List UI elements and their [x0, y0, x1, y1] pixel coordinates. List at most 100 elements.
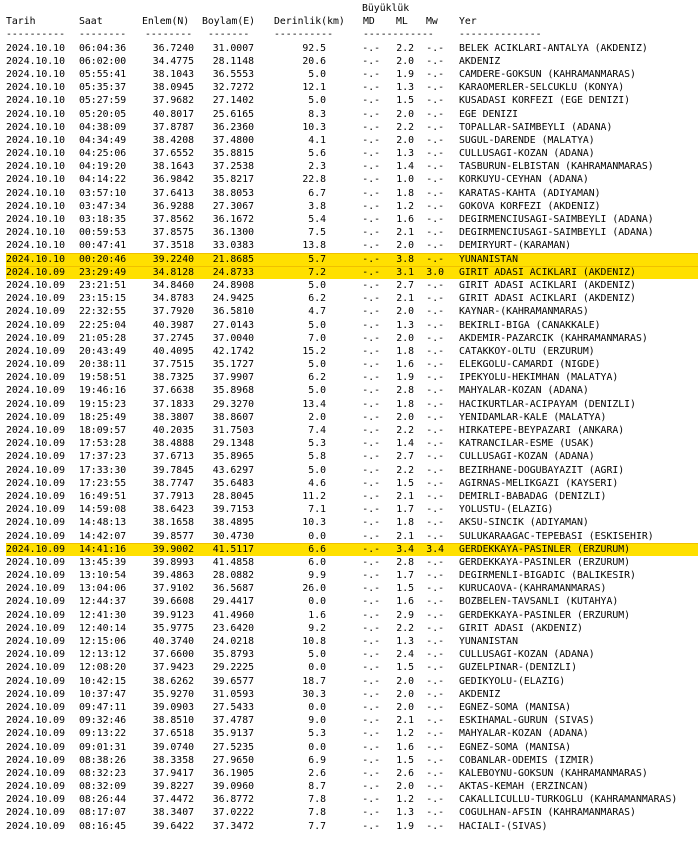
col-header-lat: Enlem(N) [142, 16, 190, 28]
row-location: GEDIKYOLU-(ELAZIG) [459, 675, 566, 687]
row-location: YOLUSTU-(ELAZIG) [459, 504, 554, 516]
row-date: 2024.10.09 [6, 794, 65, 806]
table-row: 2024.10.09 12:15:06 40.3740 24.0218 10.8 -.- 1… [6, 635, 698, 648]
table-row: 2024.10.09 17:53:28 38.4888 29.1348 5.3 -.- 1.… [6, 437, 698, 450]
row-ml: 2.1 [396, 227, 414, 239]
row-ml: 2.0 [396, 781, 414, 793]
row-location: DEMIRYURT-(KARAMAN) [459, 240, 572, 252]
row-location: CULLUSAGI-KOZAN (ADANA) [459, 148, 595, 160]
row-ml: 2.8 [396, 556, 414, 568]
row-longitude: 27.5433 [212, 701, 254, 713]
row-date: 2024.10.09 [6, 517, 65, 529]
table-row: 2024.10.10 04:25:06 37.6552 35.8815 5.6 -.- 1.… [6, 147, 698, 160]
row-time: 22:25:04 [79, 319, 127, 331]
row-date: 2024.10.09 [6, 543, 65, 555]
row-depth: 92.5 [302, 42, 326, 54]
row-longitude: 29.1348 [212, 438, 254, 450]
row-depth: 6.0 [308, 556, 326, 568]
row-latitude: 36.7240 [152, 42, 194, 54]
row-location: KARATAS-KAHTA (ADIYAMAN) [459, 187, 601, 199]
row-time: 12:41:30 [79, 609, 127, 621]
row-longitude: 37.0222 [212, 807, 254, 819]
row-mw: -.- [426, 108, 444, 120]
row-location: BOZBELEN-TAVSANLI (KUTAHYA) [459, 596, 619, 608]
row-latitude: 39.8227 [152, 781, 194, 793]
row-date: 2024.10.09 [6, 715, 65, 727]
row-md: -.- [362, 425, 380, 436]
row-latitude: 37.1833 [152, 398, 194, 410]
row-date: 2024.10.09 [6, 345, 65, 357]
col-header-depth: Derinlik(km) [274, 16, 345, 28]
row-depth: 5.0 [308, 385, 326, 397]
row-latitude: 39.9002 [152, 543, 194, 555]
row-mw: -.- [426, 451, 444, 463]
row-md: -.- [362, 240, 380, 252]
row-depth: 6.2 [308, 372, 326, 384]
row-date: 2024.10.10 [6, 161, 65, 173]
row-longitude: 24.8908 [212, 279, 254, 291]
row-ml: 2.0 [396, 108, 414, 120]
row-time: 22:32:55 [79, 306, 127, 318]
row-mw: -.- [426, 807, 444, 819]
row-date: 2024.10.10 [6, 55, 65, 67]
row-time: 10:42:15 [79, 675, 127, 687]
table-row: 2024.10.09 13:10:54 39.4863 28.0882 9.9 -.- 1.… [6, 569, 698, 582]
row-location: HACIALI-(SIVAS) [459, 820, 548, 832]
row-mw: -.- [426, 319, 444, 331]
row-ml: 2.2 [396, 42, 414, 54]
row-mw: -.- [426, 425, 444, 436]
row-latitude: 37.6600 [152, 649, 194, 661]
col-header-lon: Boylam(E) [202, 16, 256, 28]
row-md: -.- [362, 214, 380, 225]
row-location: TOPALLAR-SAIMBEYLI (ADANA) [459, 121, 613, 133]
row-longitude: 35.8217 [212, 174, 254, 186]
row-depth: 7.1 [308, 504, 326, 516]
row-location: ELEKGOLU-CAMARDI (NIGDE) [459, 359, 601, 371]
row-latitude: 37.7913 [152, 490, 194, 502]
row-time: 12:15:06 [79, 636, 127, 647]
row-latitude: 38.7747 [152, 477, 194, 489]
row-time: 14:59:08 [79, 504, 127, 516]
row-latitude: 37.9102 [152, 583, 194, 595]
row-longitude: 38.8607 [212, 411, 254, 423]
row-location: AKDEMIR-PAZARCIK (KAHRAMANMARAS) [459, 332, 648, 344]
row-depth: 0.0 [308, 662, 326, 674]
row-latitude: 40.3987 [152, 319, 194, 331]
table-row: 2024.10.09 17:33:30 39.7845 43.6297 5.0 -.- 2.… [6, 464, 698, 477]
row-ml: 2.0 [396, 306, 414, 318]
row-latitude: 38.0945 [152, 82, 194, 94]
row-location: SULUKARAAGAC-TEPEBASI (ESKISEHIR) [459, 530, 654, 542]
row-location: YUNANISTAN [459, 636, 518, 647]
row-depth: 2.3 [308, 161, 326, 173]
row-latitude: 35.9270 [152, 688, 194, 700]
table-row: 2024.10.09 23:15:15 34.8783 24.9425 6.2 -.- 2.… [6, 292, 698, 305]
row-longitude: 24.9425 [212, 293, 254, 305]
row-longitude: 39.7153 [212, 504, 254, 516]
row-longitude: 39.6577 [212, 675, 254, 687]
row-latitude: 38.1643 [152, 161, 194, 173]
row-ml: 2.6 [396, 767, 414, 779]
row-md: -.- [362, 279, 380, 291]
row-longitude: 27.0143 [212, 319, 254, 331]
row-time: 13:10:54 [79, 570, 127, 582]
row-ml: 1.6 [396, 596, 414, 608]
row-time: 08:32:09 [79, 781, 127, 793]
row-latitude: 37.3518 [152, 240, 194, 252]
row-ml: 1.4 [396, 161, 414, 173]
row-md: -.- [362, 701, 380, 713]
table-row: 2024.10.09 08:26:44 37.4472 36.8772 7.8 -.- 1.… [6, 793, 698, 806]
row-depth: 5.0 [308, 279, 326, 291]
row-longitude: 41.4960 [212, 609, 254, 621]
row-location: EGNEZ-SOMA (MANISA) [459, 741, 572, 753]
table-row: 2024.10.10 06:02:00 34.4775 28.1148 20.6 -.- 2… [6, 55, 698, 68]
row-depth: 1.6 [308, 609, 326, 621]
row-md: -.- [362, 464, 380, 476]
row-longitude: 35.8815 [212, 148, 254, 160]
row-mw: -.- [426, 398, 444, 410]
row-md: -.- [362, 385, 380, 397]
separator-magnitude: ------------ [363, 29, 434, 41]
row-time: 04:25:06 [79, 148, 127, 160]
row-latitude: 37.6713 [152, 451, 194, 463]
row-mw: -.- [426, 95, 444, 107]
row-longitude: 27.3067 [212, 200, 254, 212]
